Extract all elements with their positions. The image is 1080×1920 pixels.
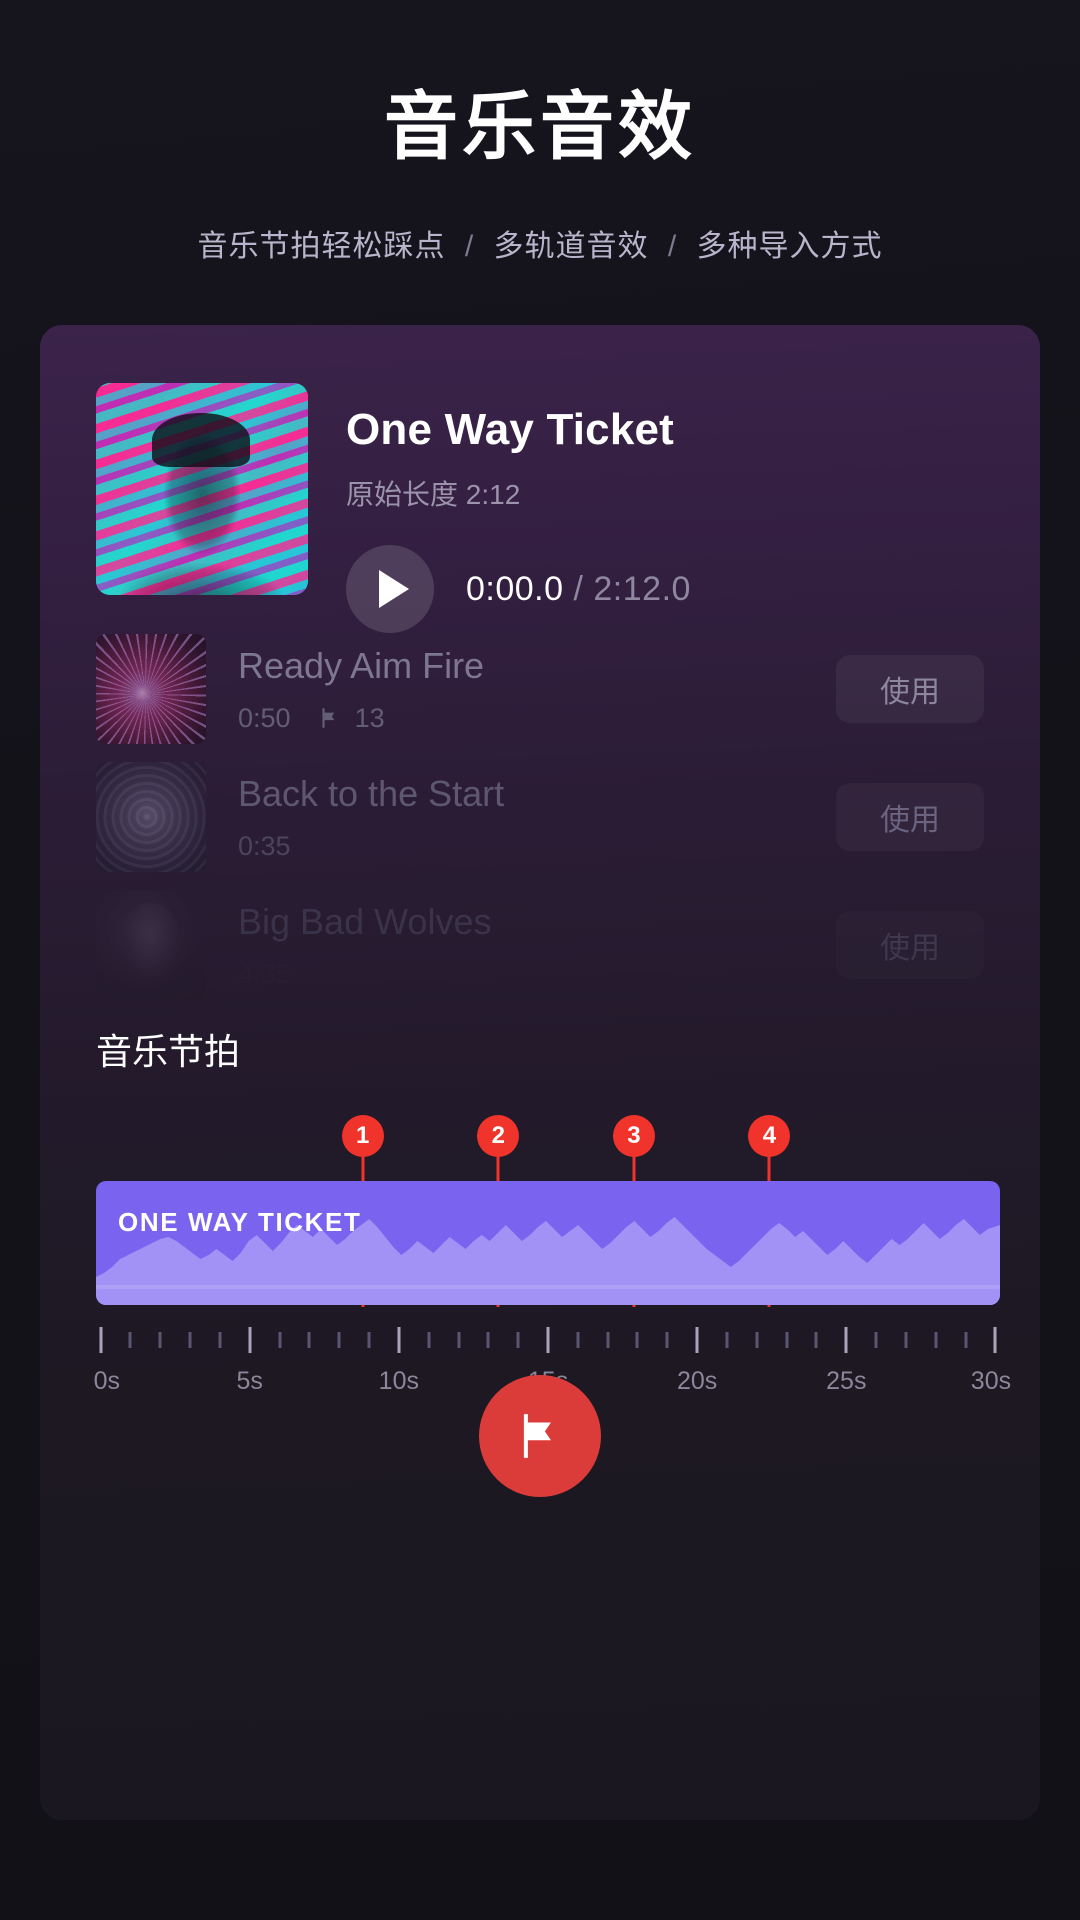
subtitle-part-3: 多种导入方式	[696, 230, 883, 264]
subtitle-part-2: 多轨道音效	[493, 230, 649, 264]
track-meta: 0:50 13	[238, 703, 836, 734]
beat-marker-pin[interactable]: 3	[612, 1115, 655, 1157]
list-item[interactable]: Ready Aim Fire 0:50 13 使用	[96, 625, 984, 753]
waveform-graphic	[96, 1217, 1000, 1305]
current-time: 0:00.0	[466, 569, 564, 608]
total-time: 2:12.0	[593, 569, 691, 608]
page-header: 音乐音效 音乐节拍轻松踩点 / 多轨道音效 / 多种导入方式	[0, 0, 1080, 265]
play-button[interactable]	[346, 545, 434, 633]
ruler-label: 0s	[93, 1367, 121, 1395]
use-button[interactable]: 使用	[836, 783, 984, 851]
ruler-label: 25s	[826, 1367, 867, 1395]
add-beat-button[interactable]	[479, 1375, 601, 1497]
now-playing-length: 原始长度 2:12	[346, 479, 521, 510]
beat-marker[interactable]: 2	[477, 1115, 540, 1307]
track-meta: 4:35	[238, 959, 836, 990]
beat-marker-pin[interactable]: 4	[748, 1115, 791, 1157]
track-name: Back to the Start	[238, 772, 505, 814]
subtitle-separator-1: /	[464, 230, 475, 264]
album-art-icon	[96, 383, 308, 595]
music-panel: One Way Ticket 原始长度 2:12 0:00.0 / 2:12.0	[40, 325, 1040, 1820]
page-subtitle: 音乐节拍轻松踩点 / 多轨道音效 / 多种导入方式	[0, 221, 1080, 265]
beat-section-title: 音乐节拍	[96, 1031, 241, 1072]
now-playing-title: One Way Ticket	[346, 405, 675, 454]
now-playing-row: One Way Ticket 原始长度 2:12 0:00.0 / 2:12.0	[96, 383, 691, 633]
use-button[interactable]: 使用	[836, 655, 984, 723]
beat-marker-pin[interactable]: 1	[341, 1115, 384, 1157]
waveform-label: ONE WAY TICKET	[118, 1207, 362, 1237]
track-beat-count: 13	[354, 702, 385, 733]
track-name: Big Bad Wolves	[238, 900, 492, 942]
track-list: Ready Aim Fire 0:50 13 使用 Back to the St…	[96, 625, 984, 1009]
track-name: Ready Aim Fire	[238, 644, 485, 686]
waveform-track[interactable]: ONE WAY TICKET	[96, 1181, 1000, 1305]
time-separator: /	[573, 569, 584, 608]
beat-marker[interactable]: 4	[748, 1115, 811, 1307]
ruler-label: 5s	[236, 1367, 263, 1395]
playback-time: 0:00.0 / 2:12.0	[466, 570, 691, 609]
beat-editor: 1 2 3 4 ONE WAY TICKET 0s 5s 10s 20s 25s…	[93, 1115, 1011, 1413]
player-controls: 0:00.0 / 2:12.0	[346, 545, 691, 633]
track-duration: 0:35	[238, 830, 291, 861]
track-thumbnail-icon	[96, 762, 206, 872]
page-title: 音乐音效	[384, 85, 696, 168]
list-item[interactable]: Back to the Start 0:35 使用	[96, 753, 984, 881]
beat-marker-pin[interactable]: 2	[477, 1115, 520, 1157]
track-meta: 0:35	[238, 831, 836, 862]
flag-icon	[317, 705, 343, 731]
track-info: Ready Aim Fire 0:50 13	[238, 645, 836, 734]
ruler-label: 10s	[378, 1367, 419, 1395]
list-item[interactable]: Big Bad Wolves 4:35 使用	[96, 881, 984, 1009]
subtitle-part-1: 音乐节拍轻松踩点	[197, 230, 446, 264]
ruler-label: 20s	[677, 1367, 718, 1395]
app-screen: 音乐音效 音乐节拍轻松踩点 / 多轨道音效 / 多种导入方式 One Way T…	[0, 0, 1080, 1920]
beat-markers: 1 2 3 4	[96, 1115, 1000, 1307]
beat-marker[interactable]: 1	[341, 1115, 405, 1307]
track-duration: 0:50	[238, 702, 291, 733]
track-duration: 4:35	[238, 958, 291, 989]
ruler-label: 30s	[970, 1367, 1012, 1395]
track-thumbnail-icon	[96, 890, 206, 1000]
beat-marker[interactable]: 3	[612, 1115, 676, 1307]
play-icon	[379, 570, 409, 608]
track-info: Back to the Start 0:35	[238, 773, 836, 862]
subtitle-separator-2: /	[667, 230, 678, 264]
track-thumbnail-icon	[96, 634, 206, 744]
use-button[interactable]: 使用	[836, 911, 984, 979]
now-playing-info: One Way Ticket 原始长度 2:12 0:00.0 / 2:12.0	[346, 383, 691, 633]
track-info: Big Bad Wolves 4:35	[238, 901, 836, 990]
flag-icon	[523, 1414, 551, 1458]
